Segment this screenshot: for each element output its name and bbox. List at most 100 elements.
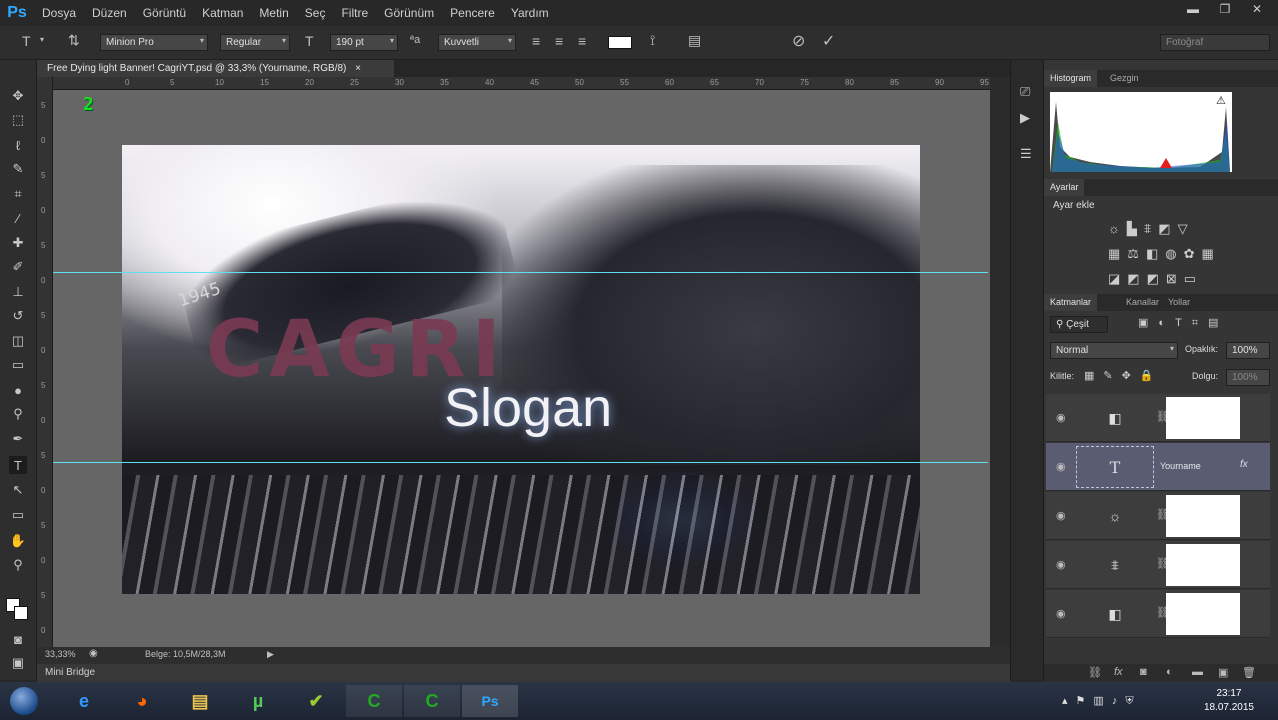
new-layer-icon[interactable]: ▣ bbox=[1218, 666, 1228, 679]
lock-transparency-icon[interactable]: ▦ bbox=[1084, 370, 1103, 382]
workspace-select[interactable]: Fotoğraf bbox=[1160, 34, 1270, 51]
camtasia-recorder-icon[interactable]: C bbox=[404, 685, 460, 717]
menu-pencere[interactable]: Pencere bbox=[442, 0, 503, 26]
move-tool-icon[interactable]: ✥ bbox=[9, 87, 27, 105]
actions-play-icon[interactable]: ▶ bbox=[1020, 110, 1030, 126]
menu-metin[interactable]: Metin bbox=[251, 0, 296, 26]
type-tool-preset-icon[interactable]: T bbox=[22, 33, 31, 49]
lock-pixels-icon[interactable]: ✎ bbox=[1103, 370, 1121, 382]
security-icon[interactable]: ⛨ bbox=[1125, 695, 1141, 707]
menu-goruntu[interactable]: Görüntü bbox=[135, 0, 194, 26]
character-panel-icon[interactable]: ▤ bbox=[688, 32, 701, 49]
color-balance-icon[interactable]: ⚖ bbox=[1127, 246, 1146, 261]
tab-yollar[interactable]: Yollar bbox=[1162, 294, 1196, 311]
smart-object-filter-icon[interactable]: ▤ bbox=[1208, 317, 1228, 329]
layer-mask-thumbnail[interactable] bbox=[1166, 397, 1240, 439]
black-white-icon[interactable]: ◧ bbox=[1146, 246, 1165, 261]
exposure-icon[interactable]: ◩ bbox=[1158, 221, 1177, 236]
vertical-scrollbar[interactable] bbox=[990, 77, 1010, 664]
brush-tool-icon[interactable]: ✐ bbox=[9, 258, 27, 276]
layer-mask-thumbnail[interactable] bbox=[1166, 544, 1240, 586]
tab-katmanlar[interactable]: Katmanlar bbox=[1044, 294, 1098, 311]
crop-tool-icon[interactable]: ⌗ bbox=[9, 185, 27, 203]
history-brush-tool-icon[interactable]: ↺ bbox=[9, 307, 27, 325]
align-right-icon[interactable]: ≡ bbox=[578, 33, 586, 49]
restore-button[interactable]: ❐ bbox=[1212, 0, 1238, 18]
gradient-map-icon[interactable]: ▭ bbox=[1184, 271, 1203, 286]
dodge-tool-icon[interactable]: ⚲ bbox=[9, 405, 27, 423]
play-arrow-icon[interactable]: ▶ bbox=[267, 649, 274, 660]
camtasia-icon[interactable]: C bbox=[346, 685, 402, 717]
fill-input[interactable]: 100% bbox=[1226, 369, 1270, 386]
lock-all-icon[interactable]: 🔒 bbox=[1140, 370, 1163, 382]
layer-name[interactable]: Yourname bbox=[1160, 461, 1201, 471]
type-filter-icon[interactable]: T bbox=[1175, 317, 1192, 329]
document-canvas[interactable]: 1945 CAGRI Slogan bbox=[122, 145, 920, 594]
pixel-filter-icon[interactable]: ▣ bbox=[1138, 317, 1158, 329]
guide-line-bottom[interactable] bbox=[53, 462, 988, 463]
cancel-icon[interactable]: ⊘ bbox=[792, 31, 805, 51]
start-button[interactable] bbox=[2, 685, 46, 717]
align-left-icon[interactable]: ≡ bbox=[532, 33, 540, 49]
layer-mask-thumbnail[interactable] bbox=[1166, 495, 1240, 537]
visibility-eye-icon[interactable]: ◉ bbox=[1056, 607, 1066, 620]
add-mask-icon[interactable]: ◙ bbox=[1140, 666, 1147, 678]
levels-icon[interactable]: ▙ bbox=[1127, 221, 1144, 236]
visibility-eye-icon[interactable]: ◉ bbox=[1056, 509, 1066, 522]
menu-yardim[interactable]: Yardım bbox=[503, 0, 557, 26]
blur-tool-icon[interactable]: ● bbox=[9, 381, 27, 399]
align-center-icon[interactable]: ≡ bbox=[555, 33, 563, 49]
invert-icon[interactable]: ◪ bbox=[1108, 271, 1127, 286]
menu-gorunum[interactable]: Görünüm bbox=[376, 0, 442, 26]
warning-icon[interactable]: ⚠ bbox=[1216, 94, 1226, 107]
menu-filtre[interactable]: Filtre bbox=[333, 0, 376, 26]
gradient-tool-icon[interactable]: ▭ bbox=[9, 356, 27, 374]
color-lookup-icon[interactable]: ▦ bbox=[1202, 246, 1221, 261]
close-tab-icon[interactable]: × bbox=[355, 63, 361, 74]
zoom-level[interactable]: 33,33% bbox=[45, 649, 76, 659]
delete-layer-icon[interactable]: 🗑 bbox=[1242, 666, 1256, 679]
quick-select-tool-icon[interactable]: ✎ bbox=[9, 160, 27, 178]
font-size-select[interactable]: 190 pt ▾ bbox=[330, 34, 398, 51]
photo-filter-icon[interactable]: ◍ bbox=[1165, 246, 1183, 261]
menu-duzen[interactable]: Düzen bbox=[84, 0, 135, 26]
tab-kanallar[interactable]: Kanallar bbox=[1120, 294, 1165, 311]
selective-color-icon[interactable]: ⊠ bbox=[1166, 271, 1184, 286]
font-family-select[interactable]: Minion Pro ▾ bbox=[100, 34, 208, 51]
screen-mode-icon[interactable]: ▣ bbox=[9, 654, 27, 672]
blend-mode-select[interactable]: Normal ▾ bbox=[1050, 342, 1178, 359]
eraser-tool-icon[interactable]: ◫ bbox=[9, 332, 27, 350]
menu-dosya[interactable]: Dosya bbox=[34, 0, 84, 26]
clone-stamp-tool-icon[interactable]: ⊥ bbox=[9, 283, 27, 301]
lasso-tool-icon[interactable]: ℓ bbox=[9, 136, 27, 154]
healing-brush-tool-icon[interactable]: ✚ bbox=[9, 234, 27, 252]
fx-icon[interactable]: fx bbox=[1240, 459, 1248, 470]
brightness-icon[interactable]: ☼ bbox=[1108, 221, 1127, 236]
mini-bridge-tab[interactable]: Mini Bridge bbox=[37, 664, 1010, 682]
rectangle-tool-icon[interactable]: ▭ bbox=[9, 506, 27, 524]
clock[interactable]: 23:17 18.07.2015 bbox=[1204, 687, 1254, 715]
status-menu-icon[interactable]: ◉ bbox=[89, 648, 98, 659]
visibility-eye-icon[interactable]: ◉ bbox=[1056, 411, 1066, 424]
shape-filter-icon[interactable]: ⌗ bbox=[1192, 317, 1208, 329]
adjustment-filter-icon[interactable]: ◐ bbox=[1158, 317, 1175, 329]
minimize-button[interactable]: ▬ bbox=[1180, 0, 1206, 18]
layer-row[interactable]: ◉ ☼ ⛓ bbox=[1046, 492, 1270, 540]
type-tool-icon[interactable]: T bbox=[9, 456, 27, 474]
lock-position-icon[interactable]: ✥ bbox=[1122, 370, 1140, 382]
link-layers-icon[interactable]: ⛓ bbox=[1088, 666, 1102, 679]
menu-katman[interactable]: Katman bbox=[194, 0, 251, 26]
font-style-select[interactable]: Regular ▾ bbox=[220, 34, 290, 51]
layer-row[interactable]: ◉ ⩨ ⛓ bbox=[1046, 541, 1270, 589]
new-group-icon[interactable]: ▬ bbox=[1192, 666, 1203, 678]
history-panel-icon[interactable]: ⎚ bbox=[1020, 84, 1030, 100]
text-color-swatch[interactable] bbox=[608, 36, 632, 49]
layer-row[interactable]: ◉ ◧ ⛓ bbox=[1046, 394, 1270, 442]
channel-mixer-icon[interactable]: ✿ bbox=[1184, 246, 1202, 261]
tab-gezgin[interactable]: Gezgin bbox=[1104, 70, 1145, 87]
properties-panel-icon[interactable]: ☰ bbox=[1020, 146, 1032, 162]
eyedropper-tool-icon[interactable]: ⁄ bbox=[9, 209, 27, 227]
antialias-select[interactable]: Kuvvetli ▾ bbox=[438, 34, 516, 51]
curves-icon[interactable]: ⩨ bbox=[1144, 221, 1158, 236]
background-color-swatch[interactable] bbox=[14, 606, 28, 620]
